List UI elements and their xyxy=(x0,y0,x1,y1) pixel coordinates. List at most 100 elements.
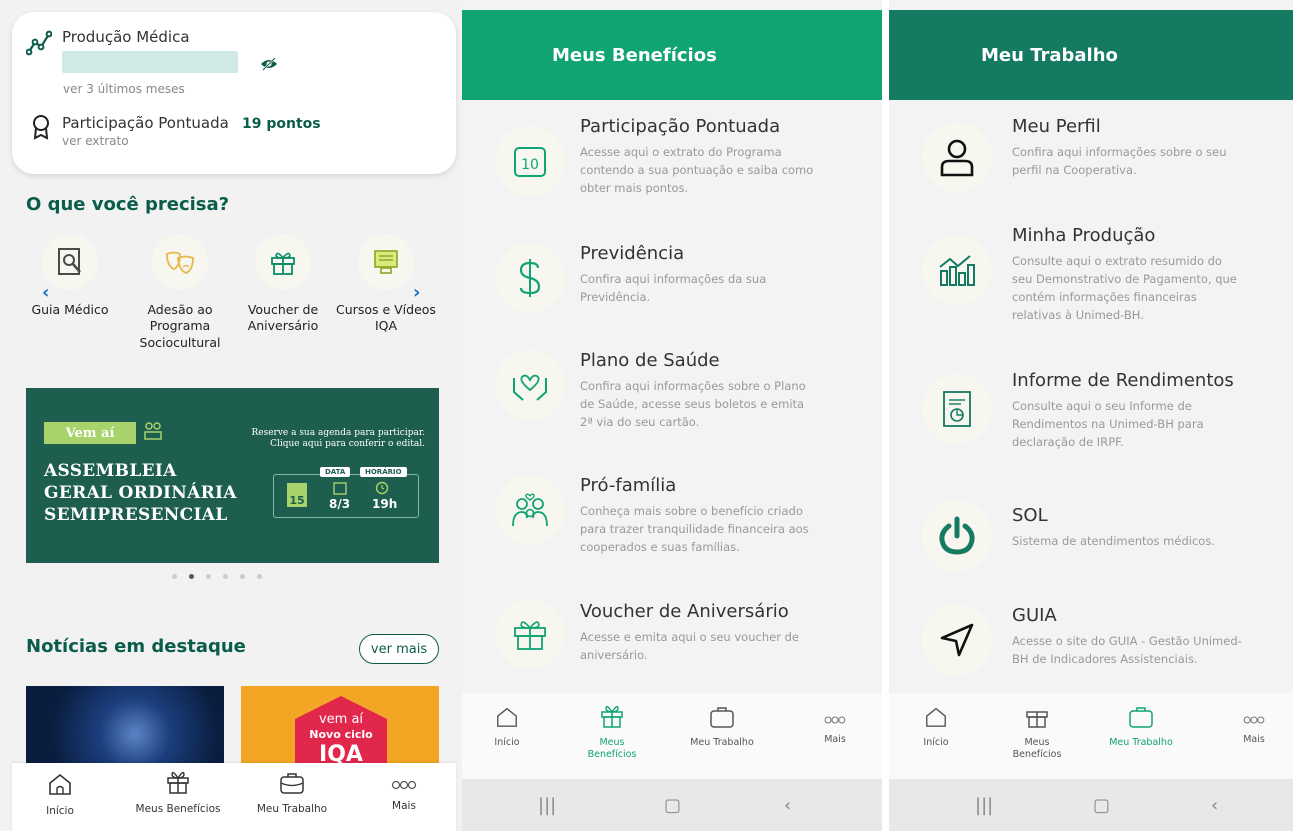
work-item-sol[interactable]: SOL Sistema de atendimentos médicos. xyxy=(889,501,1293,585)
recent-apps-icon[interactable]: ||| xyxy=(975,795,993,816)
bottom-nav: Início Meus Benefícios Meu Trabalho Mais xyxy=(462,693,882,779)
benefit-item-previdencia[interactable]: Previdência Confira aqui informações da … xyxy=(462,243,882,343)
award-ribbon-icon xyxy=(33,115,49,140)
gift-icon xyxy=(1026,711,1048,728)
eye-hidden-icon[interactable] xyxy=(259,56,279,72)
data-tag: DATA xyxy=(320,467,351,477)
family-icon xyxy=(512,493,548,527)
item-title: Meu Perfil xyxy=(1012,116,1101,137)
quick-action-voucher-aniversario[interactable]: Voucher de Aniversário xyxy=(228,234,338,335)
briefcase-icon xyxy=(710,707,734,728)
benefit-item-participacao[interactable]: 10 Participação Pontuada Acesse aqui o e… xyxy=(462,116,882,226)
nav-mais[interactable]: Mais xyxy=(376,777,432,812)
item-desc: Confira aqui informações sobre o seu perf… xyxy=(1012,145,1227,177)
work-item-informe-rendimentos[interactable]: Informe de Rendimentos Consulte aqui o s… xyxy=(889,370,1293,470)
quick-action-label: Adesão ao Programa Sociocultural xyxy=(139,302,221,350)
power-icon xyxy=(939,516,975,555)
banner-time: 19h xyxy=(372,497,398,511)
clock-icon xyxy=(375,481,389,495)
gift-icon xyxy=(601,705,623,728)
home-system-icon[interactable]: ▢ xyxy=(1093,795,1110,816)
nav-meu-trabalho[interactable]: Meu Trabalho xyxy=(680,705,764,749)
nav-meu-trabalho[interactable]: Meu Trabalho xyxy=(1099,705,1183,749)
producao-title: Produção Médica xyxy=(62,28,190,46)
production-chart-icon xyxy=(939,255,975,286)
back-system-icon[interactable]: ‹ xyxy=(784,795,791,816)
ver-extrato-link[interactable]: ver extrato xyxy=(62,134,229,148)
screen-home: Produção Médica ver 3 últimos meses Part… xyxy=(0,0,462,831)
banner-reserve-text: Reserve a sua agenda para participar. Cl… xyxy=(251,428,425,449)
quick-action-adesao-sociocultural[interactable]: Adesão ao Programa Sociocultural xyxy=(125,234,235,351)
briefcase-icon xyxy=(280,773,304,794)
item-desc: Confira aqui informações sobre o Plano de… xyxy=(580,379,806,429)
android-system-bar: ||| ▢ ‹ xyxy=(462,779,882,831)
nav-meus-beneficios[interactable]: Meus Benefícios xyxy=(128,767,228,815)
nav-inicio[interactable]: Início xyxy=(482,705,532,749)
nav-mais[interactable]: Mais xyxy=(810,711,860,746)
nav-inicio[interactable]: Início xyxy=(30,771,90,817)
nav-meus-beneficios[interactable]: Meus Benefícios xyxy=(582,701,642,761)
gift-icon xyxy=(514,621,546,650)
item-title: Minha Produção xyxy=(1012,225,1156,246)
item-desc: Consulte aqui o extrato resumido do seu D… xyxy=(1012,254,1237,322)
vem-ai-pill: Vem aí xyxy=(44,422,136,444)
bottom-nav: Início Meus Benefícios Meu Trabalho Mais xyxy=(12,763,456,831)
item-desc: Consulte aqui o seu Informe de Rendimento… xyxy=(1012,399,1204,449)
user-profile-icon xyxy=(940,139,974,177)
item-title: Participação Pontuada xyxy=(580,116,781,137)
carousel-pagination[interactable] xyxy=(172,574,262,579)
banner-headline: ASSEMBLEIA GERAL ORDINÁRIA SEMIPRESENCIA… xyxy=(44,461,237,525)
quick-action-guia-medico[interactable]: Guia Médico xyxy=(15,234,125,318)
assembleia-banner[interactable]: Vem aí ASSEMBLEIA GERAL ORDINÁRIA SEMIPR… xyxy=(26,388,439,563)
ver-mais-button[interactable]: ver mais xyxy=(359,634,439,664)
work-item-meu-perfil[interactable]: Meu Perfil Confira aqui informações sobr… xyxy=(889,116,1293,216)
nav-meu-trabalho[interactable]: Meu Trabalho xyxy=(247,771,337,815)
item-title: Pró-família xyxy=(580,475,677,496)
item-desc: Conheça mais sobre o benefício criado par… xyxy=(580,504,809,554)
participacao-row[interactable]: Participação Pontuada ver extrato xyxy=(30,114,229,148)
quick-action-label: Guia Médico xyxy=(31,302,109,317)
quick-action-cursos-iqa[interactable]: Cursos e Vídeos IQA xyxy=(331,234,441,335)
recent-apps-icon[interactable]: ||| xyxy=(538,795,556,816)
chart-line-icon xyxy=(26,30,52,56)
home-icon xyxy=(926,707,946,727)
item-desc: Confira aqui informações da sua Previdênc… xyxy=(580,272,767,304)
hands-heart-icon xyxy=(513,374,547,401)
android-system-bar: ||| ▢ ‹ xyxy=(889,779,1293,831)
more-dots-icon xyxy=(1243,716,1265,724)
nav-meus-beneficios[interactable]: Meus Benefícios xyxy=(1007,701,1067,761)
work-item-minha-producao[interactable]: Minha Produção Consulte aqui o extrato r… xyxy=(889,225,1293,345)
news-card-covid[interactable] xyxy=(26,686,224,766)
medical-guide-icon xyxy=(58,248,81,275)
nav-inicio[interactable]: Início xyxy=(911,705,961,749)
courses-screen-icon xyxy=(374,250,398,274)
ver-3-meses-link[interactable]: ver 3 últimos meses xyxy=(63,82,185,96)
navigation-arrow-icon xyxy=(940,623,974,657)
item-title: Previdência xyxy=(580,243,685,264)
benefit-item-voucher[interactable]: Voucher de Aniversário Acesse e emita aq… xyxy=(462,599,882,681)
bottom-nav: Início Meus Benefícios Meu Trabalho Mais xyxy=(889,693,1293,779)
item-desc: Sistema de atendimentos médicos. xyxy=(1012,534,1215,548)
news-section-title: Notícias em destaque xyxy=(26,636,246,657)
screen-divider xyxy=(882,0,889,831)
home-system-icon[interactable]: ▢ xyxy=(664,795,681,816)
back-system-icon[interactable]: ‹ xyxy=(1211,795,1218,816)
screen-meus-beneficios: Meus Benefícios 10 Participação Pontuada… xyxy=(462,0,882,831)
horario-tag: HORÁRIO xyxy=(360,467,407,477)
page-title: Meus Benefícios xyxy=(552,44,717,66)
more-dots-icon xyxy=(391,780,417,790)
benefit-item-plano-saude[interactable]: Plano de Saúde Confira aqui informações … xyxy=(462,350,882,460)
people-group-icon xyxy=(144,422,162,440)
home-icon xyxy=(49,773,71,795)
svg-text:10: 10 xyxy=(521,157,539,173)
participacao-title: Participação Pontuada xyxy=(62,114,229,132)
item-title: Plano de Saúde xyxy=(580,350,720,371)
news-card-iqa[interactable]: vem aí Novo ciclo IQA xyxy=(241,686,439,766)
benefit-item-pro-familia[interactable]: Pró-família Conheça mais sobre o benefíc… xyxy=(462,475,882,585)
nav-mais[interactable]: Mais xyxy=(1229,711,1279,746)
work-item-guia[interactable]: GUIA Acesse o site do GUIA - Gestão Unim… xyxy=(889,605,1293,685)
quick-action-label: Voucher de Aniversário xyxy=(247,302,319,334)
briefcase-icon xyxy=(1129,707,1153,728)
calendar-day-icon: 15 xyxy=(287,483,307,507)
home-icon xyxy=(497,707,517,727)
